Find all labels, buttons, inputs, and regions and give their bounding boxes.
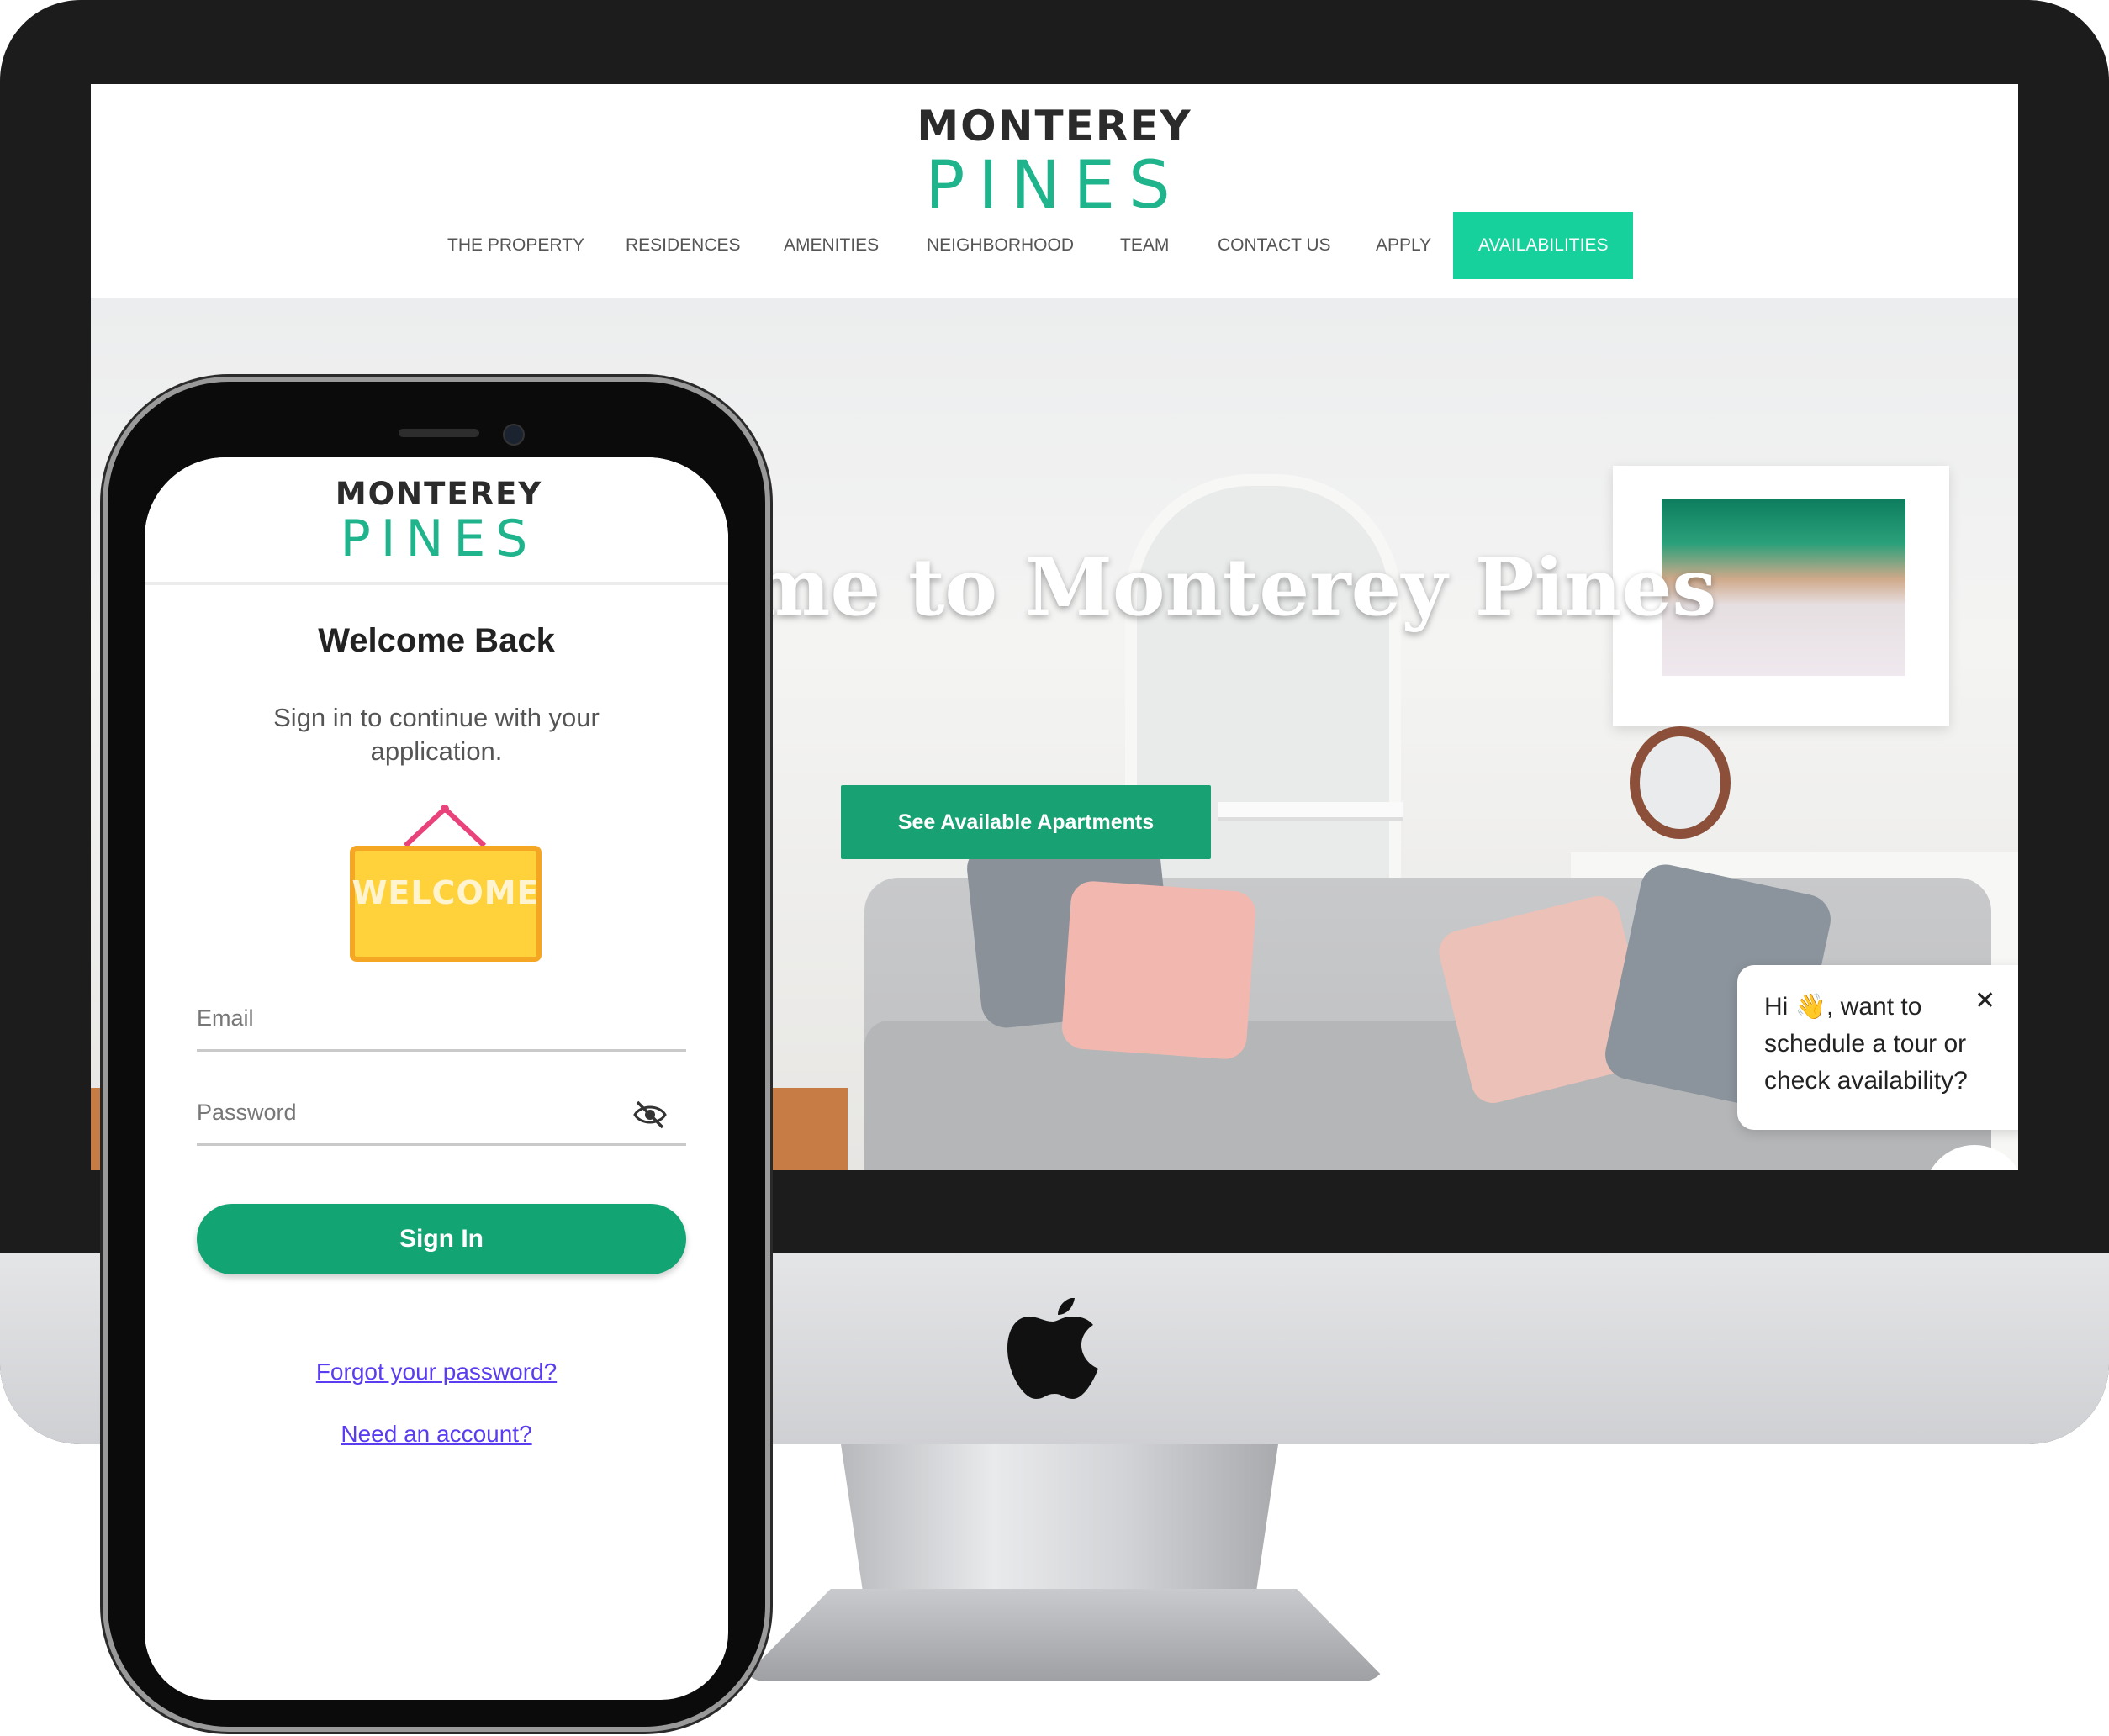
phone-camera xyxy=(503,424,525,446)
phone-frame: MONTEREY PINES Welcome Back Sign in to c… xyxy=(103,377,770,1732)
nav-apply[interactable]: APPLY xyxy=(1376,212,1431,279)
nav-contact-us[interactable]: CONTACT US xyxy=(1218,212,1331,279)
password-label: Password xyxy=(197,1100,297,1125)
apple-logo-icon xyxy=(1007,1298,1098,1399)
phone-speaker xyxy=(399,429,479,437)
site-logo[interactable]: MONTEREY PINES xyxy=(844,103,1265,222)
hero-mirror xyxy=(1630,726,1731,839)
app-logo[interactable]: MONTEREY PINES xyxy=(279,476,599,565)
chat-message: Hi 👋, want to schedule a tour or check a… xyxy=(1764,993,1968,1095)
sign-in-button[interactable]: Sign In xyxy=(197,1204,686,1274)
email-label: Email xyxy=(197,1005,254,1031)
app-header: MONTEREY PINES xyxy=(145,457,728,585)
hero-pillow xyxy=(1060,879,1257,1061)
welcome-subtitle: Sign in to continue with your applicatio… xyxy=(273,703,600,766)
welcome-sign-text: WELCOME xyxy=(352,874,540,911)
nav-neighborhood[interactable]: NEIGHBORHOOD xyxy=(927,212,1074,279)
forgot-password-link[interactable]: Forgot your password? xyxy=(145,1359,728,1385)
nav-residences[interactable]: RESIDENCES xyxy=(626,212,741,279)
nav-team[interactable]: TEAM xyxy=(1120,212,1169,279)
welcome-title: Welcome Back xyxy=(318,622,555,659)
welcome-sign-icon: WELCOME xyxy=(350,804,542,962)
phone-screen: MONTEREY PINES Welcome Back Sign in to c… xyxy=(145,457,728,1700)
hero-side-table xyxy=(1218,802,1403,821)
logo-top-text: MONTEREY xyxy=(917,102,1192,150)
close-icon[interactable]: ✕ xyxy=(1974,989,1995,1014)
site-header: MONTEREY PINES THE PROPERTY RESIDENCES A… xyxy=(91,84,2018,298)
logo-top-text: MONTEREY xyxy=(335,476,543,512)
nav-the-property[interactable]: THE PROPERTY xyxy=(447,212,584,279)
main-nav: THE PROPERTY RESIDENCES AMENITIES NEIGHB… xyxy=(91,212,2018,279)
logo-bottom-text: PINES xyxy=(340,509,538,568)
hero-title: me to Monterey Pines xyxy=(747,541,1717,634)
see-available-apartments-button[interactable]: See Available Apartments xyxy=(841,785,1211,859)
need-account-link[interactable]: Need an account? xyxy=(145,1421,728,1448)
imac-stand-foot xyxy=(740,1589,1388,1681)
nav-amenities[interactable]: AMENITIES xyxy=(784,212,879,279)
email-field[interactable]: Email xyxy=(197,995,686,1052)
chat-prompt-bubble[interactable]: Hi 👋, want to schedule a tour or check a… xyxy=(1737,965,2018,1130)
nav-availabilities[interactable]: AVAILABILITIES xyxy=(1453,212,1634,279)
password-field[interactable]: Password xyxy=(197,1090,686,1146)
eye-slash-icon[interactable] xyxy=(632,1100,668,1130)
